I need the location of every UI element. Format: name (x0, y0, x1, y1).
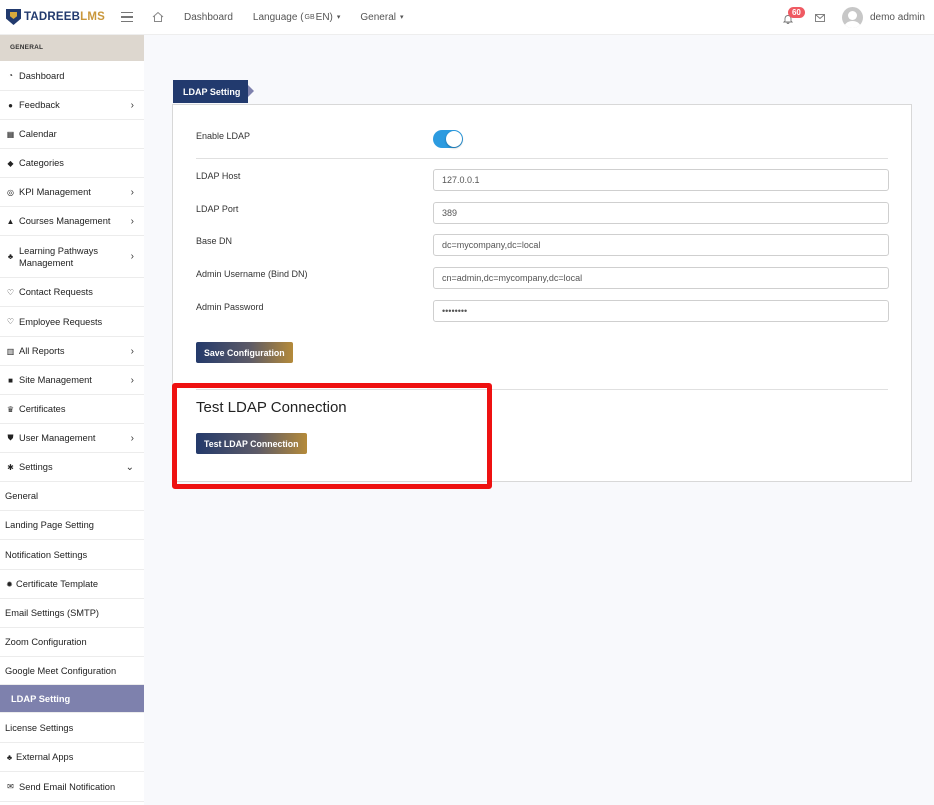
admin-password-label: Admin Password (196, 302, 264, 312)
chevron-right-icon: › (130, 186, 134, 198)
sidebar-item-calendar[interactable]: ▦ Calendar (0, 120, 144, 149)
user-shield-icon: ⛊ (7, 433, 14, 442)
tags-icon: ◆ (7, 158, 14, 168)
sitemap-icon: ♣ (6, 752, 13, 762)
sidebar-item-user-management[interactable]: ⛊ User Management › (0, 424, 144, 453)
notification-bell-icon[interactable]: 60 (782, 6, 805, 24)
trophy-icon: ♛ (6, 404, 15, 414)
username[interactable]: demo admin (870, 12, 925, 23)
divider (196, 158, 888, 159)
chevron-down-icon: ⌄ (125, 461, 134, 473)
ldap-host-input[interactable] (433, 169, 889, 191)
sidebar-item-feedback[interactable]: ● Feedback › (0, 91, 144, 120)
sidebar-subitem-google-meet[interactable]: Google Meet Configuration (0, 657, 144, 685)
chevron-right-icon: › (130, 432, 134, 444)
folder-icon: ■ (8, 375, 13, 385)
sidebar-subitem-certificate-template[interactable]: ✹ Certificate Template (0, 570, 144, 599)
ldap-port-label: LDAP Port (196, 204, 239, 214)
bind-dn-label: Admin Username (Bind DN) (196, 269, 308, 279)
sidebar-item-categories[interactable]: ◆ Categories (0, 149, 144, 178)
handshake-icon: ♡ (6, 317, 15, 326)
caret-down-icon: ▾ (399, 14, 404, 21)
sidebar-item-contact-requests[interactable]: ♡ Contact Requests (0, 278, 144, 307)
handshake-icon: ♡ (6, 287, 15, 297)
calendar-icon: ▦ (6, 129, 15, 139)
test-ldap-heading: Test LDAP Connection (196, 399, 347, 416)
bind-dn-input[interactable] (433, 267, 889, 289)
tab-ldap-setting[interactable]: LDAP Setting (173, 80, 254, 103)
top-navbar: TADREEBLMS Dashboard Language (GB EN) ▾ … (0, 0, 934, 35)
comments-icon: ● (8, 100, 13, 110)
admin-password-input[interactable] (433, 300, 889, 322)
sidebar-subitem-zoom-configuration[interactable]: Zoom Configuration (0, 628, 144, 657)
sidebar-subitem-general[interactable]: General (0, 482, 144, 511)
sidebar-section-title: GENERAL (0, 35, 144, 61)
sidebar-item-certificates[interactable]: ♛ Certificates (0, 395, 144, 424)
sidebar: GENERAL ◔ Dashboard ● Feedback › ▦ Calendar … (0, 35, 144, 805)
sidebar-item-send-email-notification[interactable]: ✉ Send Email Notification (0, 772, 144, 802)
sidebar-item-all-reports[interactable]: ▥ All Reports › (0, 337, 144, 366)
nav-language-dropdown[interactable]: Language (GB EN) ▾ (253, 12, 340, 23)
caret-down-icon: ▾ (336, 14, 341, 21)
sidebar-item-courses-management[interactable]: ▲ Courses Management › (0, 207, 144, 236)
enable-ldap-label: Enable LDAP (196, 131, 251, 141)
home-icon[interactable] (152, 11, 164, 23)
menu-toggle-icon[interactable] (121, 12, 133, 22)
base-dn-input[interactable] (433, 234, 889, 256)
save-configuration-button[interactable]: Save Configuration (196, 342, 293, 363)
sidebar-subitem-external-apps[interactable]: ♣ External Apps (0, 743, 144, 772)
certificate-icon: ✹ (6, 579, 13, 589)
shield-logo-icon (6, 9, 21, 25)
ldap-port-input[interactable] (433, 202, 889, 224)
envelope-icon: ✉ (7, 782, 14, 791)
mail-icon[interactable] (815, 13, 825, 22)
chevron-right-icon: › (130, 99, 134, 111)
base-dn-label: Base DN (196, 236, 233, 246)
enable-ldap-toggle[interactable] (433, 130, 463, 148)
notification-count-badge: 60 (787, 6, 805, 18)
divider (196, 389, 888, 390)
chevron-right-icon: › (130, 345, 134, 357)
sidebar-item-site-management[interactable]: ■ Site Management › (0, 366, 144, 395)
nav-dashboard[interactable]: Dashboard (184, 12, 233, 23)
brand-logo[interactable]: TADREEBLMS (6, 9, 111, 25)
test-ldap-connection-button[interactable]: Test LDAP Connection (196, 433, 307, 454)
nav-general-dropdown[interactable]: General ▾ (360, 12, 403, 23)
graduation-cap-icon: ▲ (6, 216, 15, 226)
user-avatar[interactable] (841, 7, 863, 28)
sidebar-item-learning-pathways[interactable]: ♣ Learning Pathways Management › (0, 236, 144, 278)
gauge-icon: ◔ (8, 71, 13, 80)
chevron-right-icon: › (130, 251, 134, 262)
sidebar-subitem-landing-page[interactable]: Landing Page Setting (0, 511, 144, 540)
sidebar-subitem-license-settings[interactable]: License Settings (0, 713, 144, 743)
sidebar-subitem-ldap-setting[interactable]: LDAP Setting (0, 685, 144, 713)
flag-code: GB (304, 13, 315, 21)
brand-name: TADREEBLMS (24, 11, 106, 23)
sidebar-item-dashboard[interactable]: ◔ Dashboard (0, 61, 144, 91)
chevron-right-icon: › (130, 215, 134, 227)
ldap-settings-card: Enable LDAP LDAP Host LDAP Port Base DN … (172, 104, 912, 482)
target-icon: ◎ (7, 187, 14, 197)
chevron-right-icon: › (130, 374, 134, 386)
gear-icon: ✱ (7, 462, 14, 472)
sidebar-item-kpi-management[interactable]: ◎ KPI Management › (0, 178, 144, 207)
sidebar-item-settings[interactable]: ✱ Settings ⌄ (0, 453, 144, 482)
ldap-host-label: LDAP Host (196, 171, 241, 181)
chart-icon: ▥ (6, 346, 15, 356)
sidebar-item-employee-requests[interactable]: ♡ Employee Requests (0, 307, 144, 337)
sidebar-subitem-notification-settings[interactable]: Notification Settings (0, 540, 144, 570)
sidebar-subitem-email-settings[interactable]: Email Settings (SMTP) (0, 599, 144, 628)
sitemap-icon: ♣ (7, 252, 14, 261)
